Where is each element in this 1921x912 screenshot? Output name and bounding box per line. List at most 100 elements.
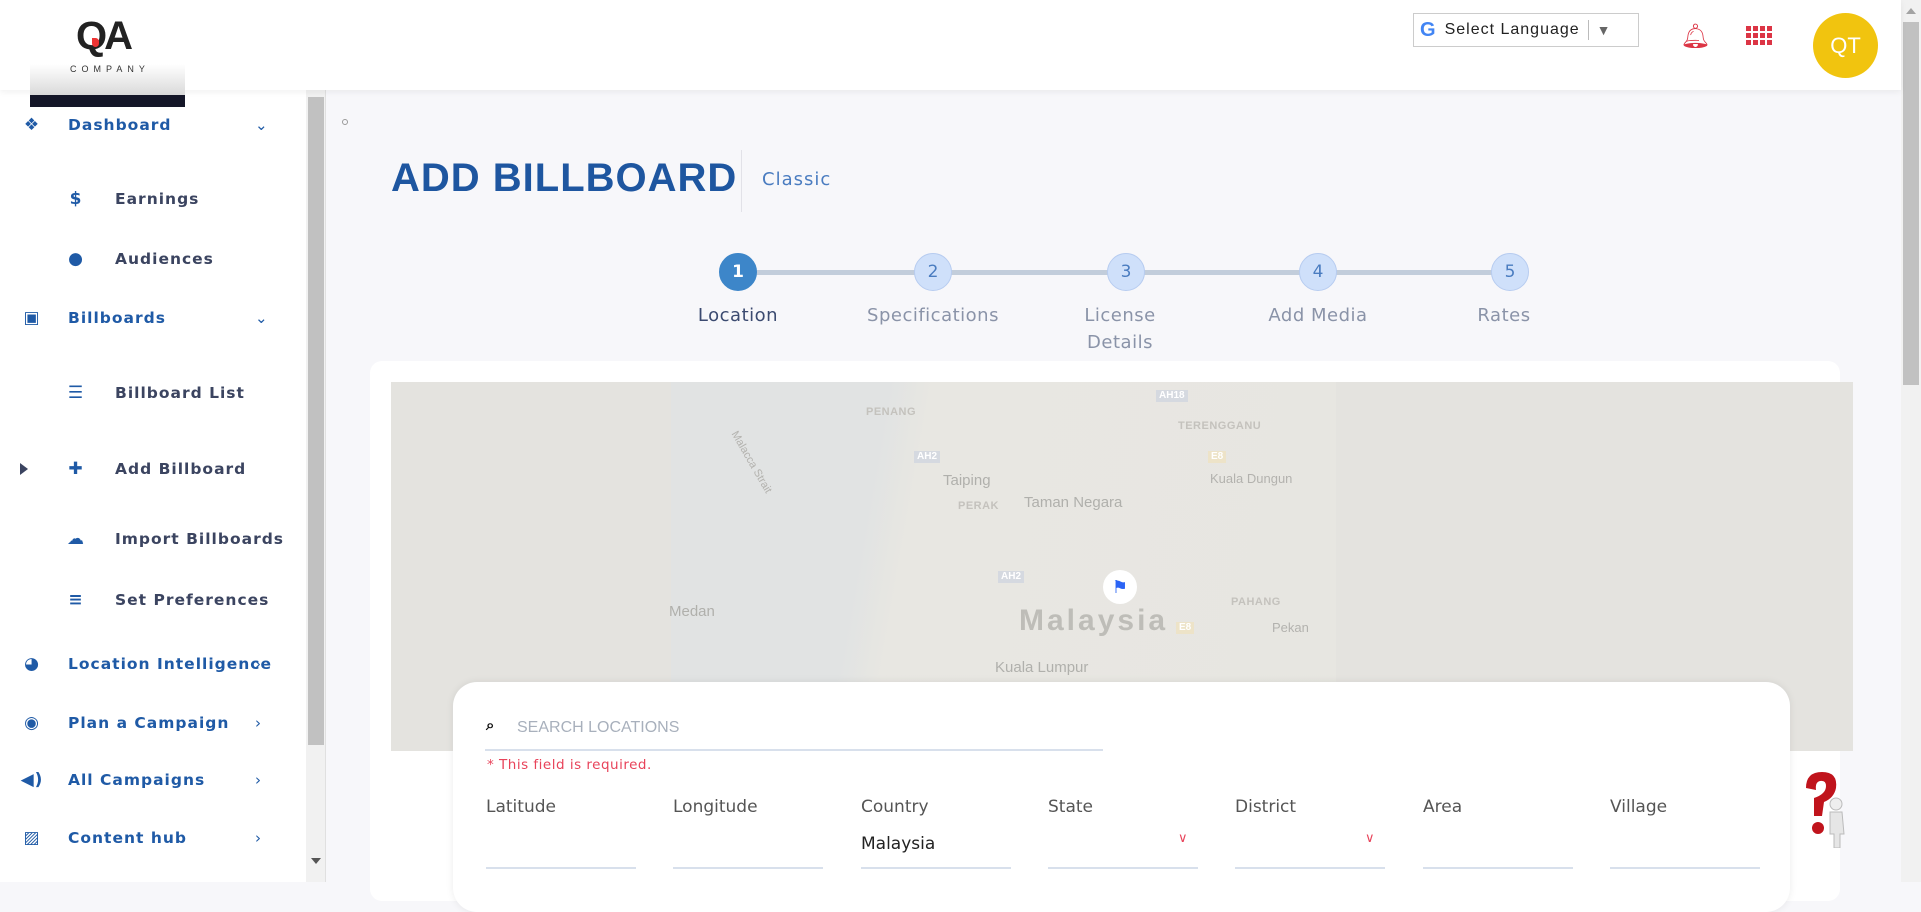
sidebar-item-earnings[interactable]: $ Earnings: [0, 179, 306, 219]
sidebar-item-location-intelligence[interactable]: ◕ Location Intelligence ›: [0, 644, 306, 684]
country-value[interactable]: Malaysia: [861, 834, 935, 854]
state-field[interactable]: State ∨: [1048, 797, 1198, 869]
company-logo[interactable]: QA COMPANY: [30, 0, 185, 107]
chevron-right-icon: ›: [255, 771, 262, 789]
google-icon: G: [1420, 18, 1437, 41]
area-field[interactable]: Area: [1423, 797, 1573, 869]
avatar[interactable]: QT: [1813, 13, 1878, 78]
language-select-label: Select Language: [1444, 21, 1580, 38]
sidebar-item-dashboard[interactable]: ❖ Dashboard ⌄: [0, 105, 306, 145]
chevron-down-icon[interactable]: ∨: [1365, 831, 1375, 846]
page-title: ADD BILLBOARD: [391, 156, 738, 200]
globe-icon: ◕: [24, 654, 40, 674]
sidebar-item-label: Earnings: [115, 190, 200, 208]
chevron-right-icon: ›: [255, 655, 262, 673]
help-icon[interactable]: [1800, 770, 1848, 848]
area-label: Area: [1423, 797, 1463, 817]
logo-accent: [92, 38, 99, 47]
logo-subtext: COMPANY: [70, 64, 150, 74]
field-underline: [1423, 867, 1573, 869]
image-icon: ▨: [23, 828, 41, 848]
logo-bar: [30, 95, 185, 107]
chevron-right-icon: ›: [255, 714, 262, 732]
sidebar-item-label: Audiences: [115, 250, 214, 268]
page-scrollbar[interactable]: [1901, 0, 1921, 882]
sidebar-item-label: Import Billboards: [115, 530, 285, 548]
user-icon: ●: [68, 249, 84, 269]
apps-grid-icon[interactable]: [1746, 26, 1772, 45]
latitude-label: Latitude: [486, 797, 556, 817]
road-label: AH18: [1156, 390, 1188, 402]
sidebar-item-plan-a-campaign[interactable]: ◉ Plan a Campaign ›: [0, 703, 306, 743]
breadcrumb-dot: [342, 119, 348, 125]
chevron-right-icon: ›: [255, 829, 262, 847]
sidebar-item-label: Plan a Campaign: [68, 714, 230, 732]
list-icon: ☰: [67, 383, 85, 403]
scrollbar-thumb[interactable]: [1903, 22, 1919, 385]
search-locations-input[interactable]: [485, 706, 1103, 751]
chevron-down-icon[interactable]: ∨: [1178, 831, 1188, 846]
sidebar-item-label: Billboards: [68, 309, 166, 327]
country-field[interactable]: Country Malaysia: [861, 797, 1011, 869]
map-label: Kuala Lumpur: [995, 659, 1089, 676]
sidebar-item-label: Add Billboard: [115, 460, 247, 478]
sidebar-scrollbar[interactable]: [306, 90, 326, 882]
billboard-icon: ▣: [23, 308, 41, 328]
step-3-label[interactable]: License Details: [1030, 302, 1210, 356]
map-label: Medan: [669, 603, 715, 620]
sidebar-item-import-billboards[interactable]: ☁ Import Billboards: [0, 519, 306, 559]
sliders-icon: ≡: [68, 590, 84, 610]
logo-mark: QA: [76, 14, 133, 58]
billboard-marker-icon[interactable]: ⚑: [1103, 570, 1137, 604]
sidebar-item-set-preferences[interactable]: ≡ Set Preferences: [0, 580, 306, 620]
page-subtitle: Classic: [762, 169, 832, 190]
district-field[interactable]: District ∨: [1235, 797, 1385, 869]
divider: [741, 150, 742, 212]
step-1-label[interactable]: Location: [648, 302, 828, 329]
step-2-label[interactable]: Specifications: [843, 302, 1023, 329]
sidebar-item-billboard-list[interactable]: ☰ Billboard List: [0, 373, 306, 413]
sidebar-item-add-billboard[interactable]: ✚ Add Billboard: [0, 449, 306, 489]
step-1-circle[interactable]: 1: [719, 253, 757, 291]
speaker-icon: ◀): [20, 770, 44, 790]
language-select[interactable]: G Select Language ▼: [1413, 13, 1639, 47]
step-3-circle[interactable]: 3: [1107, 253, 1145, 291]
sidebar-item-billboards[interactable]: ▣ Billboards ⌄: [0, 298, 306, 338]
plus-icon: ✚: [68, 459, 84, 479]
field-underline: [673, 867, 823, 869]
top-header: G Select Language ▼ 🔔︎ QT: [0, 0, 1901, 90]
road-label: E8: [1208, 451, 1227, 463]
map-label: PAHANG: [1231, 596, 1281, 608]
field-underline: [1235, 867, 1385, 869]
village-field[interactable]: Village: [1610, 797, 1760, 869]
step-4-circle[interactable]: 4: [1299, 253, 1337, 291]
map-label: TERENGGANU: [1178, 420, 1262, 432]
location-form-panel: ⌕ * This field is required. Latitude Lon…: [453, 682, 1790, 912]
village-label: Village: [1610, 797, 1668, 817]
map-label: Malaysia: [1019, 604, 1169, 637]
map-label: PERAK: [958, 500, 1000, 512]
road-label: E8: [1176, 622, 1195, 634]
step-4-label[interactable]: Add Media: [1228, 302, 1408, 329]
sidebar-item-all-campaigns[interactable]: ◀) All Campaigns ›: [0, 760, 306, 800]
state-label: State: [1048, 797, 1093, 817]
step-2-circle[interactable]: 2: [914, 253, 952, 291]
chevron-down-icon: ⌄: [255, 309, 269, 327]
bell-icon[interactable]: 🔔︎: [1680, 22, 1710, 50]
longitude-field[interactable]: Longitude: [673, 797, 823, 869]
cubes-icon: ❖: [23, 115, 41, 135]
latitude-field[interactable]: Latitude: [486, 797, 636, 869]
cloud-upload-icon: ☁: [67, 529, 85, 549]
step-5-label[interactable]: Rates: [1414, 302, 1594, 329]
country-label: Country: [861, 797, 929, 817]
step-5-circle[interactable]: 5: [1491, 253, 1529, 291]
field-underline: [486, 867, 636, 869]
scrollbar-thumb[interactable]: [308, 97, 324, 745]
sidebar-item-label: All Campaigns: [68, 771, 206, 789]
map-label: Taiping: [943, 472, 991, 489]
map-label: PENANG: [866, 406, 917, 418]
sidebar-item-label: Dashboard: [68, 116, 172, 134]
sidebar-item-label: Location Intelligence: [68, 655, 272, 673]
sidebar-item-content-hub[interactable]: ▨ Content hub ›: [0, 818, 306, 858]
sidebar-item-audiences[interactable]: ● Audiences: [0, 239, 306, 279]
